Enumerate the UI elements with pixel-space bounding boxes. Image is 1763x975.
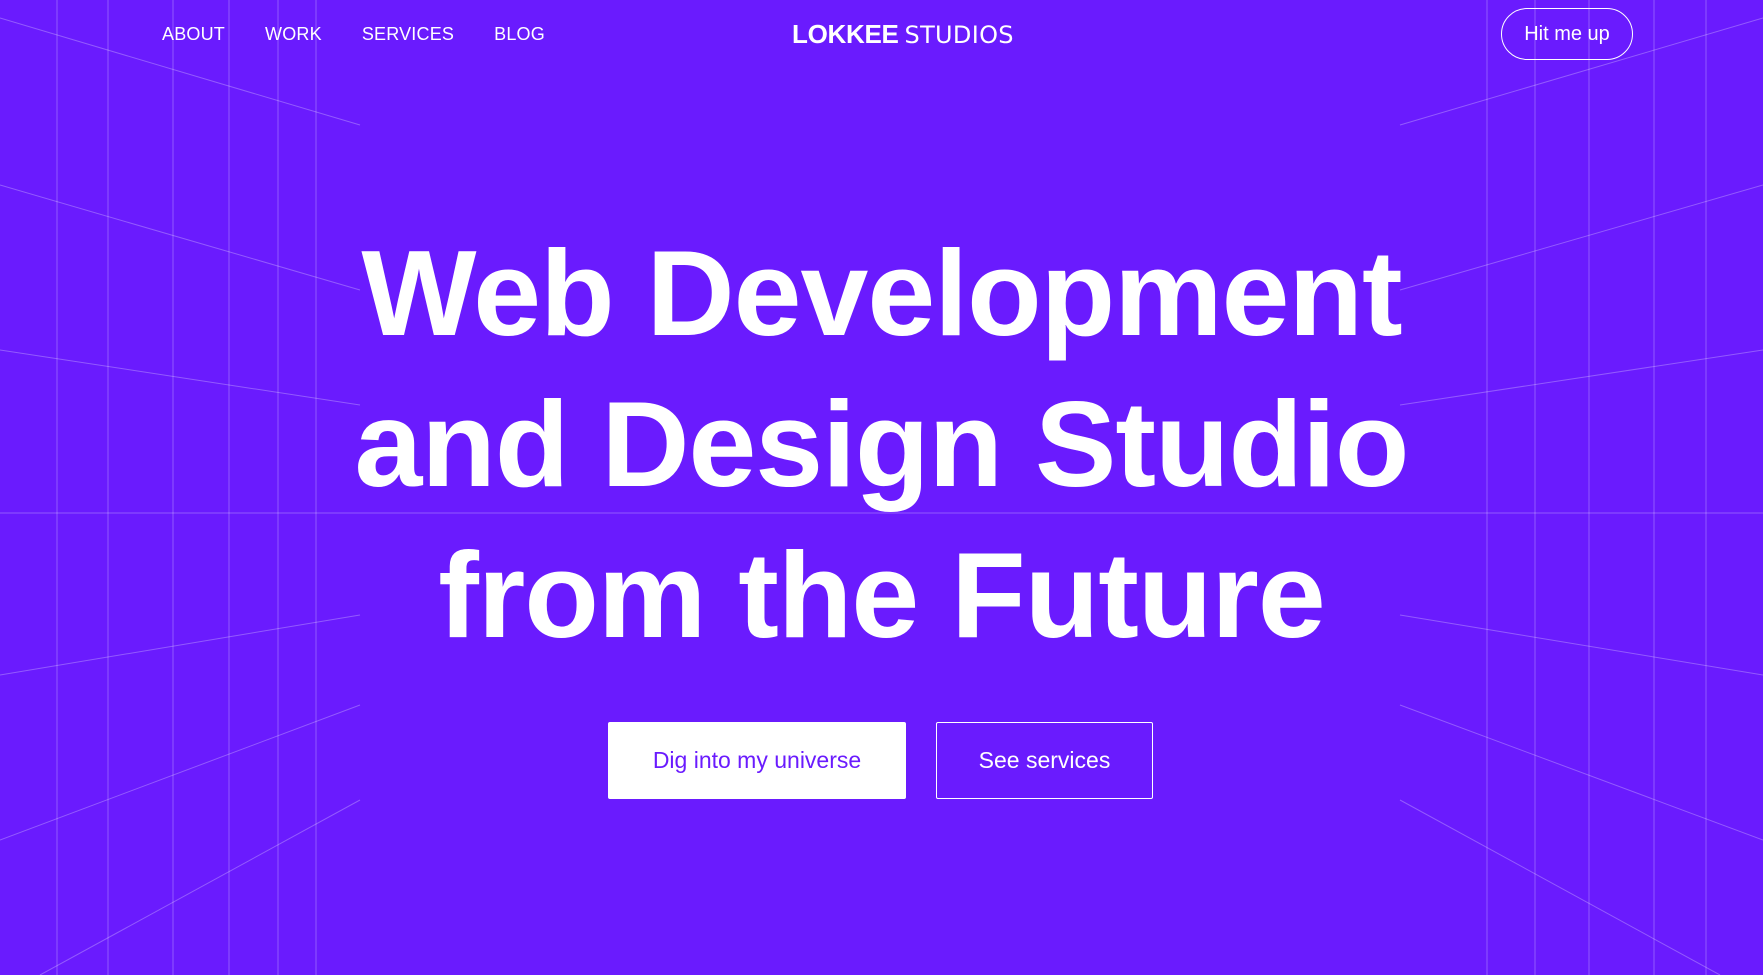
hero-line-3: from the Future: [438, 527, 1325, 663]
see-services-button[interactable]: See services: [936, 722, 1153, 799]
nav-link-work[interactable]: WORK: [265, 22, 322, 46]
brand-name-light: STUDIOS: [904, 21, 1014, 49]
brand-logo[interactable]: LOKKEE STUDIOS: [792, 18, 1014, 51]
hero-heading: Web Development and Design Studio from t…: [0, 218, 1763, 671]
landing-page: ABOUT WORK SERVICES BLOG LOKKEE STUDIOS H…: [0, 0, 1763, 975]
brand-name-bold: LOKKEE: [792, 19, 899, 49]
nav-link-about[interactable]: ABOUT: [162, 22, 225, 46]
hero-cta-group: Dig into my universe See services: [0, 722, 1763, 799]
hero-line-1: Web Development: [361, 225, 1402, 361]
nav-link-blog[interactable]: BLOG: [494, 22, 545, 46]
nav-link-services[interactable]: SERVICES: [362, 22, 454, 46]
main-nav: ABOUT WORK SERVICES BLOG: [162, 22, 545, 46]
hit-me-up-button[interactable]: Hit me up: [1501, 8, 1633, 60]
hero-line-2: and Design Studio: [354, 376, 1410, 512]
dig-into-universe-button[interactable]: Dig into my universe: [608, 722, 906, 799]
